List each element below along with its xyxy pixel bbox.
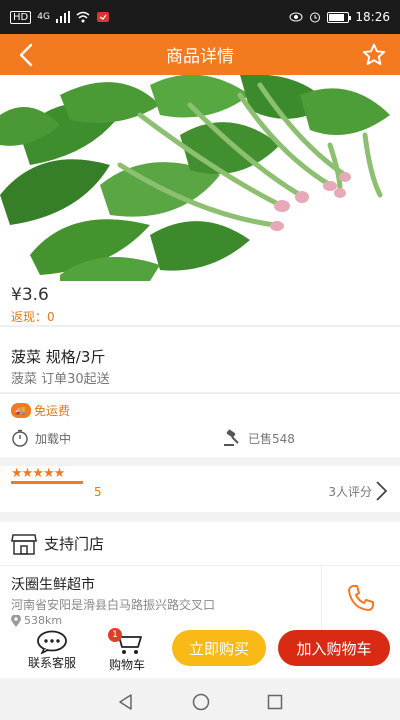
status-bar: HD 4G 18:26	[0, 0, 400, 34]
rating-score: 5	[94, 485, 102, 499]
nav-back-icon[interactable]	[117, 693, 135, 711]
network-type: HD	[10, 10, 32, 24]
system-nav-bar	[0, 684, 400, 720]
store-icon	[11, 533, 37, 555]
store-distance: 538km	[11, 614, 62, 627]
phone-icon	[348, 585, 374, 611]
add-to-cart-button[interactable]: 加入购物车	[278, 630, 390, 666]
nav-home-icon[interactable]	[192, 693, 210, 711]
contact-service-button[interactable]: 联系客服	[18, 630, 86, 671]
location-pin-icon	[11, 614, 21, 627]
delivery-time: 加载中	[11, 429, 71, 447]
store-address: 河南省安阳是滑县白马路振兴路交叉口	[11, 598, 216, 612]
product-subtitle: 菠菜 订单30起送	[11, 372, 110, 387]
reviews-count: 3人评分	[328, 484, 372, 499]
app-header: 商品详情	[0, 34, 400, 75]
favorite-button[interactable]	[358, 39, 390, 71]
clock: 18:26	[355, 10, 390, 24]
bottom-action-bar: 联系客服 1 购物车 立即购买 加入购物车	[0, 628, 400, 678]
wifi-icon	[76, 11, 90, 23]
page-title: 商品详情	[166, 47, 234, 67]
product-info: 菠菜 规格/3斤 菠菜 订单30起送	[0, 326, 400, 392]
loading-label: 加载中	[35, 431, 72, 446]
contact-service-label: 联系客服	[27, 656, 76, 670]
eye-icon	[289, 12, 303, 22]
free-shipping-tag: 🚚 免运费	[11, 402, 70, 419]
rating-section[interactable]: ★★★★★ 5 3人评分	[0, 466, 400, 512]
store-section: 支持门店 沃圈生鲜超市 河南省安阳是滑县白马路振兴路交叉口 538km	[0, 522, 400, 630]
cart-label: 购物车	[108, 658, 145, 672]
cart-button[interactable]: 1 购物车	[98, 628, 156, 673]
store-section-title: 支持门店	[44, 535, 105, 553]
battery-icon	[327, 11, 352, 23]
chevron-right-icon	[376, 481, 388, 501]
reviews-link[interactable]: 3人评分	[328, 480, 388, 502]
star-outline-icon	[362, 43, 386, 65]
notification-icon	[96, 12, 109, 22]
signal-icon	[55, 11, 70, 23]
truck-icon: 🚚	[11, 403, 31, 418]
product-image[interactable]	[0, 75, 400, 281]
sold-label: 已售548	[248, 431, 295, 446]
free-shipping-label: 免运费	[34, 404, 71, 418]
price-section: ¥3.6 返现：0	[0, 281, 400, 325]
distance-value: 538km	[24, 614, 63, 627]
price: ¥3.6	[11, 285, 49, 305]
chat-bubble-icon	[37, 630, 67, 654]
spinach-image	[0, 75, 400, 281]
buy-now-button[interactable]: 立即购买	[172, 630, 266, 666]
store-name: 沃圈生鲜超市	[11, 577, 95, 593]
shipping-section: 🚚 免运费 加载中 已售548	[0, 393, 400, 457]
rating-stars: ★★★★★	[11, 466, 65, 481]
store-header: 支持门店	[0, 522, 400, 566]
cart-badge: 1	[108, 628, 122, 642]
product-name: 菠菜 规格/3斤	[11, 348, 106, 366]
chevron-left-icon	[19, 43, 33, 67]
sold-count: 已售548	[222, 429, 295, 447]
rating-bar	[11, 481, 83, 484]
alarm-icon	[310, 12, 321, 23]
rebate: 返现：0	[11, 310, 55, 324]
back-button[interactable]	[10, 39, 42, 71]
call-store-button[interactable]	[321, 566, 400, 630]
gavel-icon	[224, 429, 239, 446]
stopwatch-icon	[12, 429, 28, 447]
signal-label: 4G	[37, 12, 50, 22]
nav-recents-icon[interactable]	[267, 694, 283, 710]
